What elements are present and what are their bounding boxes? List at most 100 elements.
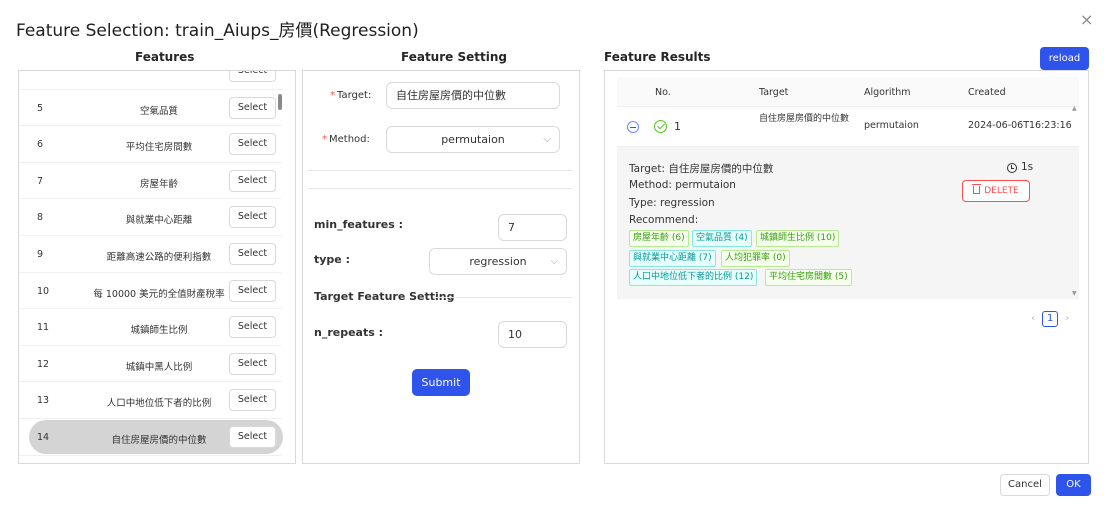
select-button[interactable]: Select xyxy=(229,71,276,82)
list-item: 8 與就業中心距離 Select xyxy=(19,199,281,236)
detail-type: Type: regression xyxy=(629,197,715,209)
results-table-header: No. Target Algorithm Created xyxy=(617,77,1079,107)
min-features-label: min_features : xyxy=(314,218,403,231)
feature-number: 11 xyxy=(37,322,50,334)
divider xyxy=(308,188,572,189)
row-number: 1 xyxy=(674,120,681,133)
select-button[interactable]: Select xyxy=(229,133,276,156)
feature-number: 14 xyxy=(37,431,50,443)
dialog-title: Feature Selection: train_Aiups_房價(Regres… xyxy=(16,21,419,41)
feature-number: 7 xyxy=(37,175,44,187)
row-target: 自住房屋房價的中位數 xyxy=(759,114,850,124)
recommend-tag: 與就業中心距離 (7) xyxy=(629,250,716,267)
method-select-value: permutaion xyxy=(441,133,505,146)
list-item: 6 平均住宅房間數 Select xyxy=(19,126,281,163)
feature-number: 12 xyxy=(37,358,50,370)
check-circle-icon xyxy=(654,120,667,133)
select-button[interactable]: Select xyxy=(229,279,276,302)
recommend-tag: 人均犯罪率 (0) xyxy=(721,250,790,267)
features-scrollbar[interactable] xyxy=(278,94,282,110)
list-item: 7 房屋年齡 Select xyxy=(19,163,281,200)
n-repeats-input[interactable]: 10 xyxy=(498,321,567,348)
target-label: * Target: xyxy=(330,90,372,101)
column-header-created: Created xyxy=(968,87,1006,98)
method-label: * Method: xyxy=(322,134,370,145)
feature-number: 13 xyxy=(37,395,50,407)
min-features-input[interactable]: 7 xyxy=(498,214,567,241)
page-1[interactable]: 1 xyxy=(1042,311,1059,327)
select-button[interactable]: Select xyxy=(229,242,276,265)
feature-selection-dialog: Feature Selection: train_Aiups_房價(Regres… xyxy=(0,0,1104,505)
scroll-down-icon[interactable]: ▼ xyxy=(1072,290,1077,297)
scroll-up-icon[interactable]: ▲ xyxy=(1072,105,1077,112)
list-item: Select xyxy=(19,71,281,90)
table-row[interactable]: 1 自住房屋房價的中位數 permutaion 2024-06-06T16:23… xyxy=(617,107,1079,147)
select-button[interactable]: Select xyxy=(229,425,276,448)
collapse-icon[interactable] xyxy=(627,121,639,133)
n-repeats-label: n_repeats : xyxy=(314,326,384,339)
select-button[interactable]: Select xyxy=(229,206,276,229)
select-button[interactable]: Select xyxy=(229,96,276,119)
chevron-down-icon: ⌵ xyxy=(543,134,551,145)
target-label-text: Target: xyxy=(337,90,372,101)
divider xyxy=(434,297,572,298)
list-item: 9 距離高速公路的便利指數 Select xyxy=(19,236,281,273)
reload-button[interactable]: reload xyxy=(1040,47,1089,70)
list-item: 11 城鎮師生比例 Select xyxy=(19,309,281,346)
recommend-tag: 人口中地位低下者的比例 (12) xyxy=(629,269,758,286)
expanded-row-detail: Target: 自住房屋房價的中位數 Method: permutaion Ty… xyxy=(617,147,1079,299)
feature-results-panel: No. Target Algorithm Created 1 自住房屋房價的中位… xyxy=(604,70,1089,464)
detail-target: Target: 自住房屋房價的中位數 xyxy=(629,163,774,175)
select-button[interactable]: Select xyxy=(229,352,276,375)
list-item: 13 人口中地位低下者的比例 Select xyxy=(19,382,281,419)
recommend-tag: 房屋年齡 (6) xyxy=(629,230,689,247)
list-item: 10 每 10000 美元的全值財產稅率 Select xyxy=(19,273,281,310)
trash-icon xyxy=(972,184,982,194)
close-icon[interactable]: × xyxy=(1080,10,1093,29)
prev-page-icon[interactable]: ‹ xyxy=(1031,313,1035,324)
column-header-target: Target xyxy=(759,87,789,98)
method-label-text: Method: xyxy=(329,134,370,145)
select-button[interactable]: Select xyxy=(229,389,276,412)
feature-number: 9 xyxy=(37,248,44,260)
pagination: ‹ 1 › xyxy=(1031,311,1069,327)
detail-recommend: Recommend: xyxy=(629,214,699,226)
row-algorithm: permutaion xyxy=(864,120,919,131)
select-button[interactable]: Select xyxy=(229,316,276,339)
recommend-tag: 空氣品質 (4) xyxy=(692,230,752,247)
target-input[interactable]: 自住房屋房價的中位數 xyxy=(386,82,560,109)
list-item: 12 城鎮中黑人比例 Select xyxy=(19,346,281,383)
type-select-value: regression xyxy=(469,255,527,268)
feature-number: 6 xyxy=(37,139,44,151)
type-label: type : xyxy=(314,253,350,266)
ok-button[interactable]: OK xyxy=(1056,474,1091,496)
column-header-algorithm: Algorithm xyxy=(864,87,911,98)
feature-results-heading: Feature Results xyxy=(604,50,711,64)
feature-setting-heading: Feature Setting xyxy=(401,50,507,64)
chevron-down-icon: ⌵ xyxy=(550,256,558,267)
delete-button[interactable]: DELETE xyxy=(962,180,1030,202)
type-select[interactable]: regression ⌵ xyxy=(429,248,567,275)
results-scrollbar[interactable]: ▲ ▼ xyxy=(1071,105,1079,299)
features-heading: Features xyxy=(135,50,195,64)
column-header-no: No. xyxy=(655,87,671,98)
duration: 1s xyxy=(1021,161,1034,173)
feature-number: 5 xyxy=(37,102,44,114)
features-list: Select 5 空氣品質 Select 6 平均住宅房間數 Select 7 … xyxy=(19,71,283,456)
feature-number: 10 xyxy=(37,285,50,297)
list-item-selected: 14 自住房屋房價的中位數 Select xyxy=(19,419,283,456)
feature-number: 8 xyxy=(37,212,44,224)
recommend-tag: 平均住宅房間數 (5) xyxy=(765,269,852,286)
features-list-panel[interactable]: Select 5 空氣品質 Select 6 平均住宅房間數 Select 7 … xyxy=(18,70,296,464)
select-button[interactable]: Select xyxy=(229,169,276,192)
detail-method: Method: permutaion xyxy=(629,179,736,191)
method-select[interactable]: permutaion ⌵ xyxy=(386,126,560,153)
clock-icon xyxy=(1007,163,1017,173)
list-item: 5 空氣品質 Select xyxy=(19,90,281,127)
next-page-icon[interactable]: › xyxy=(1065,313,1069,324)
cancel-button[interactable]: Cancel xyxy=(1000,474,1050,496)
recommend-tag: 城鎮師生比例 (10) xyxy=(756,230,840,247)
submit-button[interactable]: Submit xyxy=(412,369,470,396)
divider xyxy=(308,170,572,171)
delete-label: DELETE xyxy=(984,186,1019,196)
